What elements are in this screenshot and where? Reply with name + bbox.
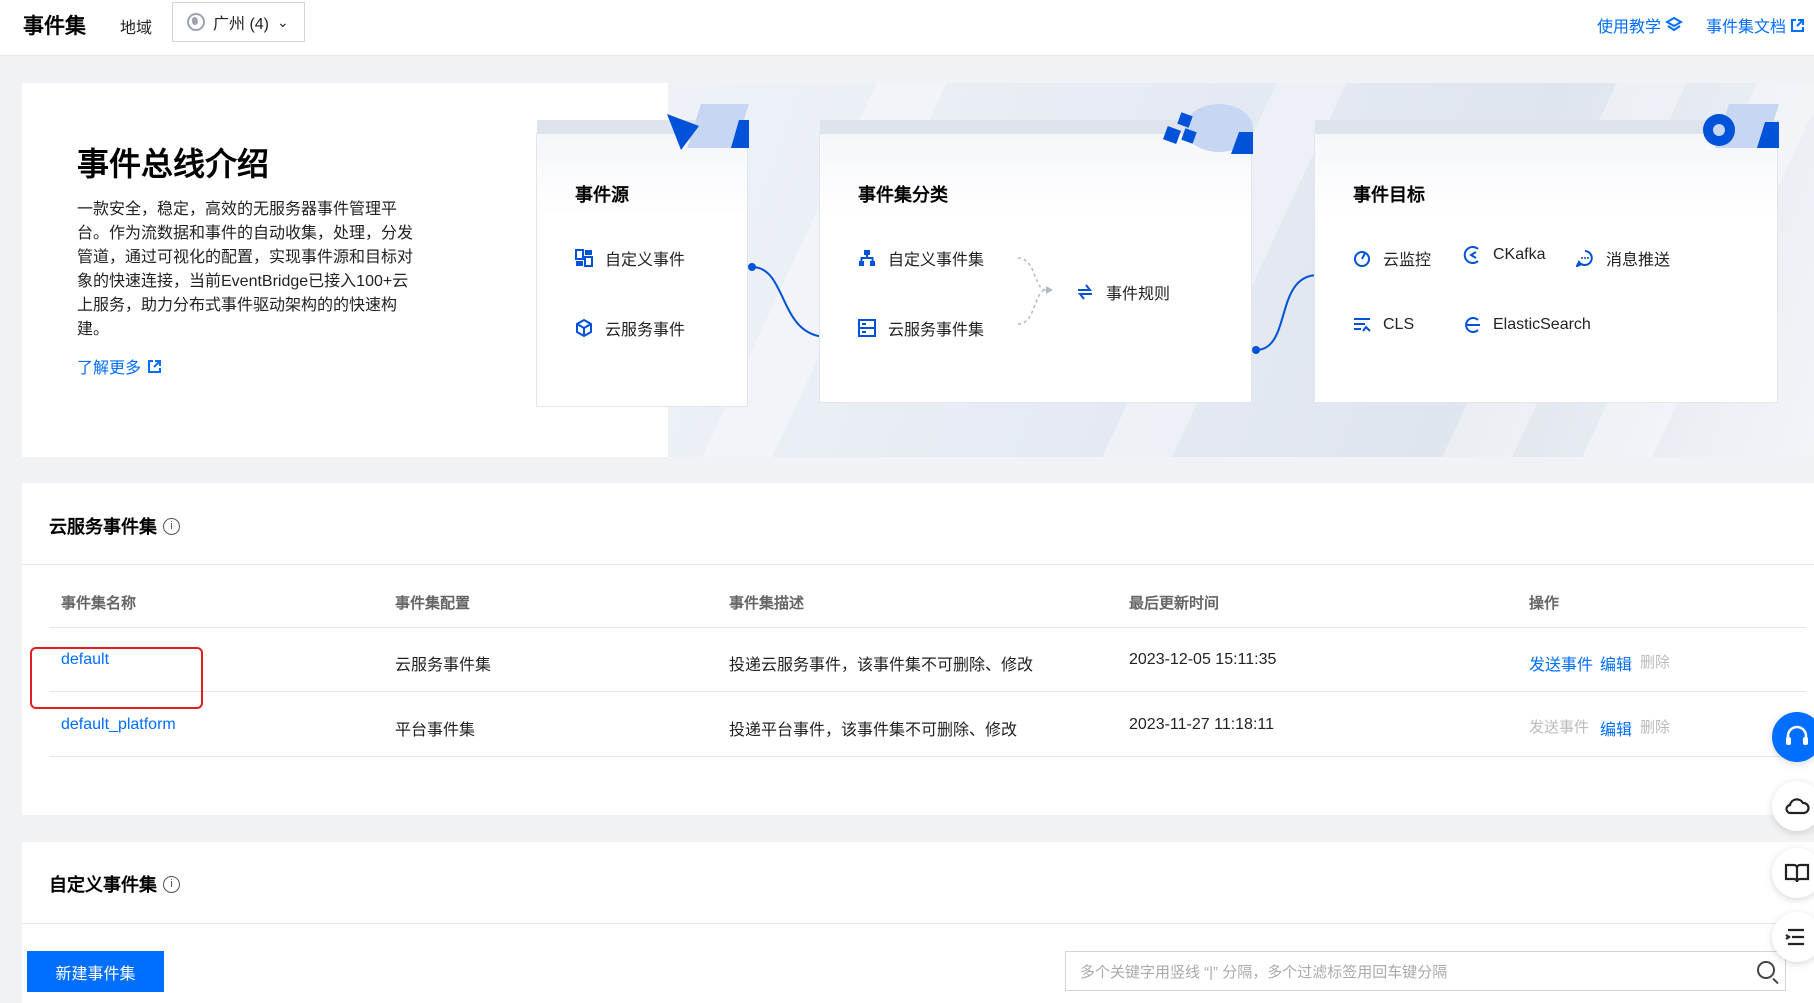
sources-title: 事件源 [575, 185, 629, 205]
event-set-name-link[interactable]: default_platform [61, 716, 176, 734]
category-item-custom: 自定义事件集 [858, 246, 984, 270]
intro-description: 一款安全，稳定，高效的无服务器事件管理平台。作为流数据和事件的自动收集，处理，分… [77, 201, 414, 338]
send-event-button[interactable]: 发送事件 [1529, 651, 1593, 675]
rule-icon [1077, 284, 1093, 300]
targets-title: 事件目标 [1353, 185, 1425, 205]
server-icon [858, 319, 876, 337]
list-button[interactable] [1772, 912, 1814, 962]
cls-icon [1354, 318, 1371, 332]
custom-section-title: 自定义事件集 i [49, 871, 180, 897]
cloud-section-title: 云服务事件集 i [49, 513, 180, 539]
info-icon[interactable]: i [163, 875, 180, 893]
search-placeholder: 多个关键字用竖线 “|” 分隔，多个过滤标签用回车键分隔 [1080, 963, 1448, 981]
event-rule-item: 事件规则 [1076, 280, 1170, 304]
docs-link[interactable]: 事件集文档 [1706, 13, 1805, 37]
target-item-es: ElasticSearch [1463, 316, 1591, 334]
cube-icon [576, 319, 592, 337]
book-icon [1784, 863, 1810, 883]
tutorial-icon [1665, 16, 1684, 32]
send-icon [667, 104, 749, 150]
gear-icon [1703, 104, 1779, 148]
monitor-icon [1354, 251, 1370, 267]
support-button[interactable] [1772, 712, 1814, 762]
event-set-desc: 投递平台事件，该事件集不可删除、修改 [729, 722, 1018, 739]
intro-card: 事件总线介绍 一款安全，稳定，高效的无服务器事件管理平台。作为流数据和事件的自动… [22, 83, 1814, 457]
learn-more-label: 了解更多 [77, 360, 142, 377]
source-item-cloud: 云服务事件 [575, 316, 685, 340]
intro-title: 事件总线介绍 [77, 146, 270, 182]
target-item-ckafka: CKafka [1463, 246, 1545, 264]
event-set-desc: 投递云服务事件，该事件集不可删除、修改 [729, 657, 1034, 674]
column-header-actions: 操作 [1529, 595, 1560, 612]
edit-button[interactable]: 编辑 [1600, 716, 1632, 740]
search-icon[interactable] [1757, 961, 1775, 979]
delete-button[interactable]: 删除 [1640, 716, 1670, 737]
delete-button[interactable]: 删除 [1640, 651, 1670, 672]
column-header-updated: 最后更新时间 [1129, 595, 1220, 612]
region-label: 地域 [120, 20, 153, 37]
cloud-event-sets-card: 云服务事件集 i 事件集名称 事件集配置 事件集描述 最后更新时间 操作 def… [22, 483, 1814, 815]
categories-title: 事件集分类 [858, 185, 948, 205]
target-item-message: 消息推送 [1576, 246, 1670, 270]
external-link-icon [148, 359, 162, 373]
source-item-custom: 自定义事件 [575, 246, 685, 270]
search-input[interactable]: 多个关键字用竖线 “|” 分隔，多个过滤标签用回车键分隔 [1065, 951, 1786, 991]
cubes-icon [1163, 104, 1253, 154]
external-link-icon [1791, 18, 1805, 32]
chevron-down-icon: ⌄ [277, 13, 289, 30]
learn-more-link[interactable]: 了解更多 [77, 354, 162, 378]
column-header-name: 事件集名称 [61, 595, 137, 612]
cloud-button[interactable] [1772, 781, 1814, 831]
column-header-config: 事件集配置 [395, 595, 471, 612]
region-select[interactable]: 广州 (4) ⌄ [172, 2, 305, 42]
event-set-updated: 2023-12-05 15:11:35 [1129, 651, 1277, 668]
highlight-box [30, 647, 203, 709]
tutorial-link-label: 使用教学 [1597, 19, 1662, 36]
elasticsearch-icon [1465, 317, 1480, 333]
sources-panel: 事件源 自定义事件 云服务事件 [536, 104, 749, 407]
category-item-cloud: 云服务事件集 [858, 316, 984, 340]
event-set-updated: 2023-11-27 11:18:11 [1129, 716, 1275, 733]
target-item-monitor: 云监控 [1353, 246, 1431, 270]
targets-panel: 事件目标 云监控 CKafka 消息推送 CLS ElasticSearch [1314, 104, 1779, 403]
docs-link-label: 事件集文档 [1706, 19, 1787, 36]
message-icon [1576, 250, 1593, 267]
region-value: 广州 (4) [213, 16, 270, 33]
column-header-desc: 事件集描述 [729, 595, 805, 612]
tutorial-link[interactable]: 使用教学 [1597, 13, 1684, 37]
list-icon [1785, 928, 1804, 946]
globe-icon [187, 13, 205, 31]
event-set-config: 云服务事件集 [395, 657, 492, 674]
send-event-button[interactable]: 发送事件 [1529, 716, 1589, 737]
ckafka-icon [1463, 246, 1479, 264]
grid-icon [575, 249, 593, 267]
support-icon [1786, 725, 1808, 745]
cloud-icon [1785, 798, 1810, 815]
hierarchy-icon [859, 250, 875, 266]
docs-button[interactable] [1772, 848, 1814, 898]
event-set-config: 平台事件集 [395, 722, 476, 739]
page-title: 事件集 [23, 15, 86, 38]
target-item-cls: CLS [1353, 316, 1414, 334]
merge-connector [1017, 257, 1053, 325]
top-bar: 事件集 地域 广州 (4) ⌄ 使用教学 事件集文档 [0, 0, 1814, 56]
create-event-set-button[interactable]: 新建事件集 [27, 951, 164, 992]
categories-panel: 事件集分类 自定义事件集 云服务事件集 事件规则 [819, 104, 1253, 403]
edit-button[interactable]: 编辑 [1600, 651, 1632, 675]
info-icon[interactable]: i [163, 517, 180, 535]
